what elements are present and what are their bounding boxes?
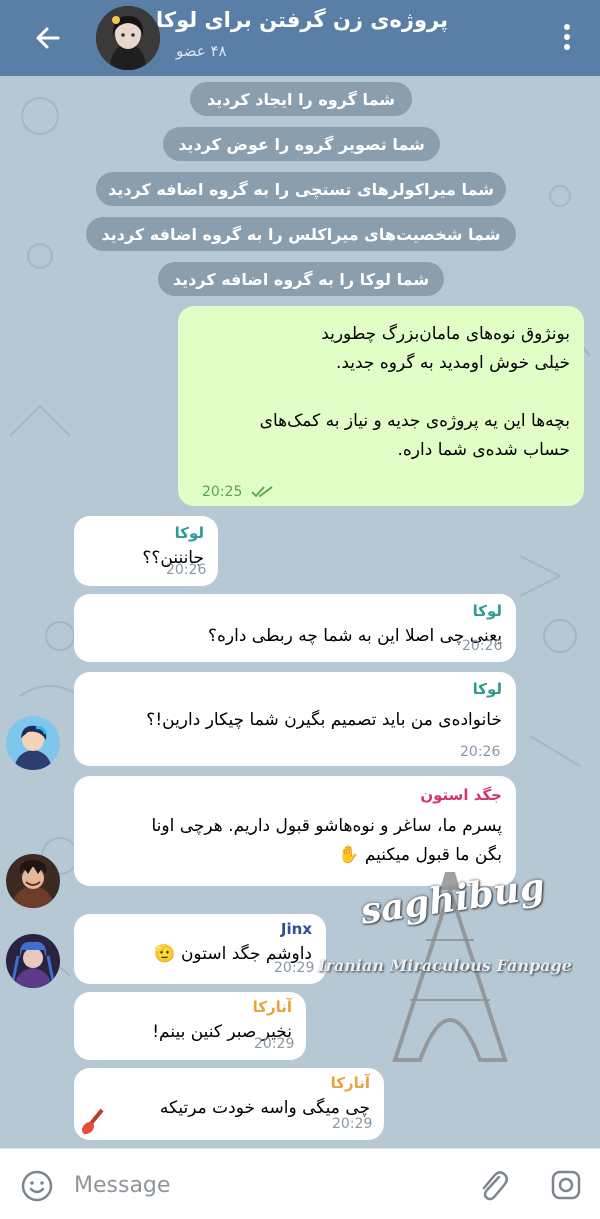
incoming-message[interactable]: لوکا خانواده‌ی من باید تصمیم بگیرن شما چ… <box>74 672 516 766</box>
outgoing-message[interactable]: بونژوق نوه‌های مامان‌بزرگ چطورید خیلی خو… <box>178 306 584 506</box>
message-author[interactable]: لوکا <box>74 678 516 700</box>
message-text: چی میگی واسه خودت مرتیکه <box>159 1098 370 1118</box>
attach-button[interactable] <box>475 1167 511 1203</box>
service-message: شما تصویر گروه را عوض کردید <box>163 127 440 161</box>
salute-emoji: 🫡 <box>154 944 176 964</box>
incoming-message[interactable]: لوکا یعنی چی اصلا این به شما چه ربطی دار… <box>74 594 516 662</box>
message-input[interactable] <box>74 1165 454 1205</box>
paperclip-icon <box>482 1171 508 1201</box>
double-check-icon <box>251 486 273 498</box>
emoji-button[interactable] <box>20 1169 54 1203</box>
message-author[interactable]: آنارکا <box>74 996 306 1018</box>
message-author[interactable]: لوکا <box>74 522 218 544</box>
service-message: شما گروه را ایجاد کردید <box>190 82 412 116</box>
incoming-message[interactable]: آنارکا نخیر صبر کنین بینم! 20:29 <box>74 992 306 1060</box>
message-text-line: بونژوق نوه‌های مامان‌بزرگ چطورید <box>321 324 570 344</box>
message-time: 20:29 <box>254 1036 295 1052</box>
message-text: خانواده‌ی من باید تصمیم بگیرن شما چیکار … <box>146 710 502 730</box>
message-text-line <box>178 378 584 407</box>
chat-header: پروژه‌ی زن گرفتن برای لوکا ۴۸ عضو <box>0 0 600 76</box>
service-message: شما میراکولرهای تستچی را به گروه اضافه ک… <box>96 172 506 206</box>
message-time: 20:29 <box>332 1116 373 1132</box>
member-count: ۴۸ عضو <box>176 42 227 60</box>
camera-icon <box>551 1170 581 1200</box>
message-composer <box>0 1148 600 1219</box>
message-text-line: بچه‌ها این یه پروژه‌ی جدیه و نیاز به کمک… <box>259 411 570 431</box>
camera-button[interactable] <box>548 1167 584 1203</box>
incoming-message[interactable]: آنارکا چی میگی واسه خودت مرتیکه 20:29 <box>74 1068 384 1140</box>
incoming-message[interactable]: لوکا جانننن؟؟ 20:26 <box>74 516 218 586</box>
message-author[interactable]: آنارکا <box>74 1072 384 1094</box>
guitar-sticker <box>78 1102 112 1136</box>
user-avatar-jinx[interactable] <box>6 934 60 988</box>
arrow-left-icon <box>36 27 60 49</box>
more-vertical-icon[interactable] <box>564 24 572 52</box>
message-time: 20:26 <box>462 638 503 654</box>
message-time: 20:26 <box>166 562 207 578</box>
message-text-line: حساب شده‌ی شما داره. <box>397 440 570 460</box>
group-avatar[interactable] <box>96 6 160 70</box>
back-button[interactable] <box>30 20 66 56</box>
message-author[interactable]: جگد استون <box>74 784 516 806</box>
message-time: 20:25 <box>202 484 243 500</box>
service-message: شما شخصیت‌های میراکلس را به گروه اضافه ک… <box>86 217 516 251</box>
message-text: یعنی چی اصلا این به شما چه ربطی داره؟ <box>207 626 502 646</box>
user-avatar-luka[interactable] <box>6 716 60 770</box>
message-time: 20:26 <box>460 744 501 760</box>
user-avatar-jagged-stone[interactable] <box>6 854 60 908</box>
message-author[interactable]: Jinx <box>74 918 326 940</box>
message-text-line: خیلی خوش اومدید به گروه جدید. <box>335 353 570 373</box>
watermark-caption: Iranian Miraculous Fanpage <box>318 956 572 975</box>
watermark: saghibug Iranian Miraculous Fanpage <box>300 860 600 1070</box>
incoming-message[interactable]: Jinx داوشم جگد استون 🫡 20:29 <box>74 914 326 984</box>
service-message: شما لوکا را به گروه اضافه کردید <box>158 262 444 296</box>
message-text-line: پسرم ما، ساغر و نوه‌هاشو قبول داریم. هرچ… <box>151 816 502 836</box>
smile-icon <box>21 1170 53 1202</box>
chat-title[interactable]: پروژه‌ی زن گرفتن برای لوکا <box>156 8 448 32</box>
message-author[interactable]: لوکا <box>74 600 516 622</box>
